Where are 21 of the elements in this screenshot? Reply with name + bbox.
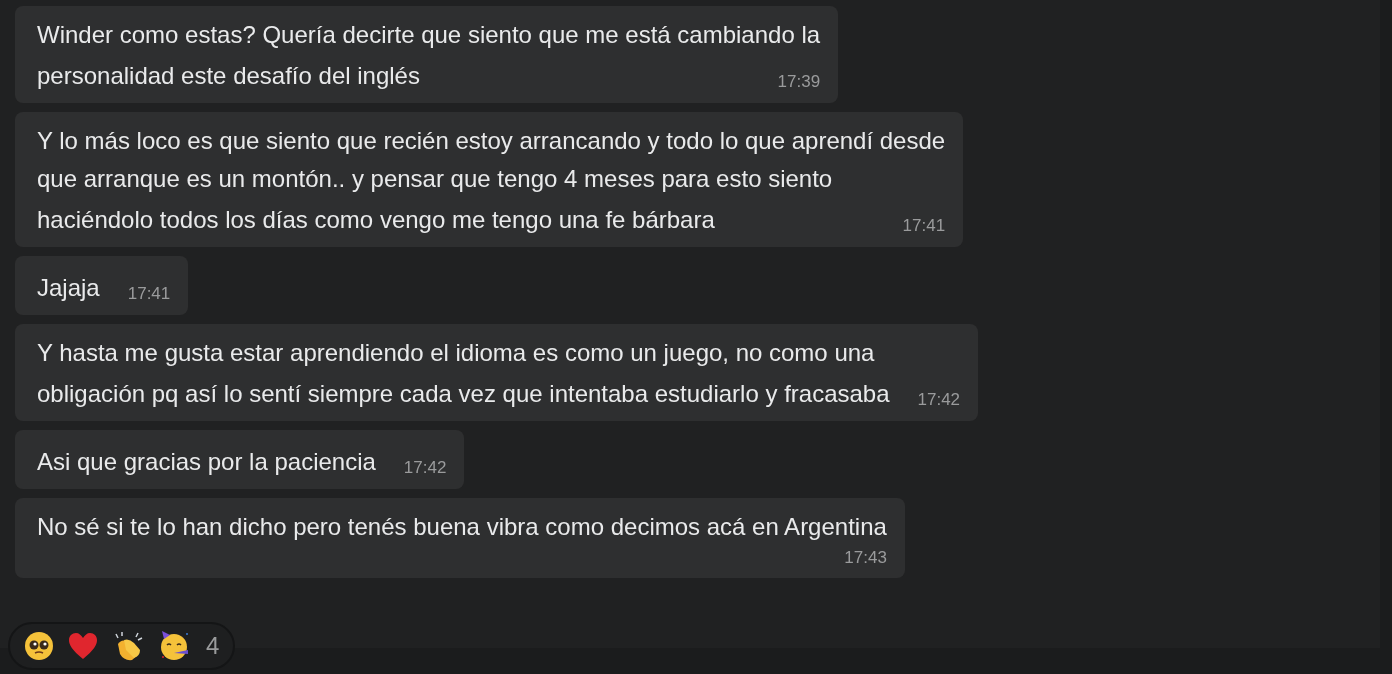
message-time: 17:43 — [844, 547, 887, 569]
heart-icon — [68, 632, 98, 660]
message-text: que arranque es un montón.. y pensar que tengo 4 meses para esto siento — [37, 164, 833, 194]
message-time: 17:41 — [127, 284, 171, 303]
message-text: No sé si te lo han dicho pero tenés buena vibra como decimos acá en Argentina — [37, 512, 887, 542]
message-text: Y lo más loco es que siento que recién estoy arrancando y todo lo que aprendí desde — [37, 126, 946, 156]
pleading-face-icon — [24, 631, 54, 661]
message-text: Asi que gracias por la paciencia — [37, 447, 376, 477]
message-text: obligación pq así lo sentí siempre cada vez que intentaba estudiarlo y fracasaba — [37, 379, 890, 409]
message-text: haciéndolo todos los días como vengo me tengo una fe bárbara — [37, 205, 715, 235]
message-text: Jajaja — [37, 273, 100, 303]
clapping-hands-icon — [112, 630, 144, 662]
message-time: 17:39 — [777, 72, 821, 91]
message-time: 17:42 — [403, 458, 447, 477]
message-text: personalidad este desafío del inglés — [37, 61, 420, 91]
message-time: 17:42 — [917, 390, 961, 409]
reactions-pill[interactable]: 4 — [8, 622, 236, 670]
message-text: Y hasta me gusta estar aprendiendo el idioma es como un juego, no como una — [37, 338, 875, 368]
message-text: Winder como estas? Quería decirte que siento que me está cambiando la — [37, 20, 821, 50]
message-time: 17:41 — [902, 216, 946, 235]
reaction-count: 4 — [206, 631, 220, 661]
